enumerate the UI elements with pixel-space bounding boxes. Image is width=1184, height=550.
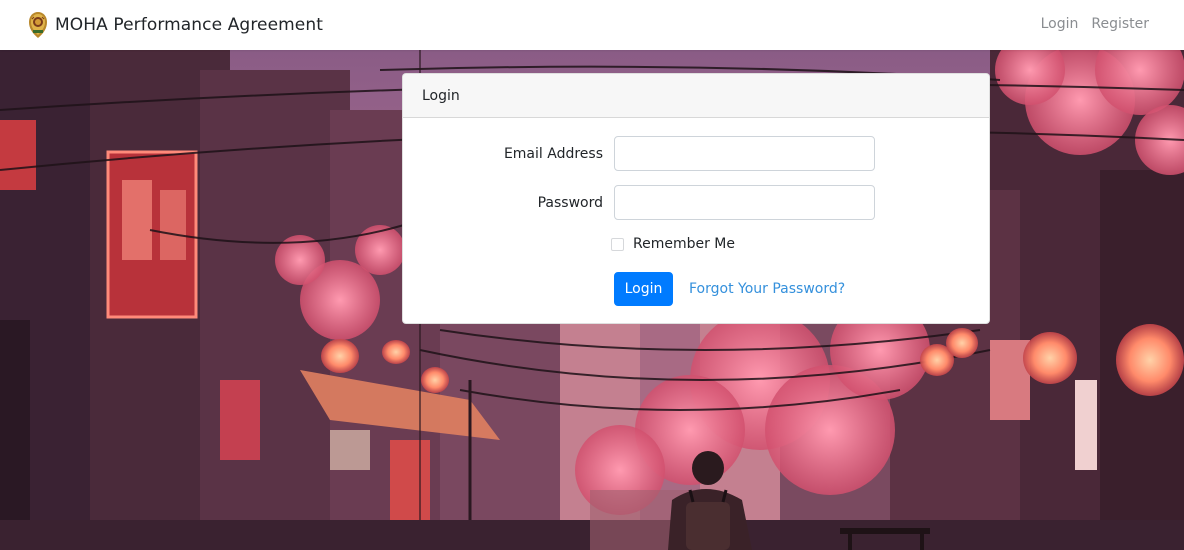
- top-navbar: MOHA Performance Agreement Login Registe…: [0, 0, 1184, 50]
- password-field[interactable]: [614, 185, 875, 220]
- login-button[interactable]: Login: [614, 272, 673, 306]
- emblem-icon: [29, 12, 47, 38]
- brand-link[interactable]: MOHA Performance Agreement: [28, 11, 323, 39]
- forgot-password-link[interactable]: Forgot Your Password?: [689, 281, 845, 297]
- password-label: Password: [537, 195, 603, 211]
- app-title: MOHA Performance Agreement: [55, 15, 324, 35]
- login-card: Login Email Address Password Remember Me…: [402, 73, 990, 324]
- nav-login-link[interactable]: Login: [1041, 16, 1079, 32]
- email-label: Email Address: [503, 146, 603, 162]
- nav-links: Login Register: [1041, 16, 1149, 32]
- remember-me-row[interactable]: Remember Me: [611, 236, 735, 252]
- nav-register-link[interactable]: Register: [1091, 16, 1149, 32]
- remember-me-label[interactable]: Remember Me: [633, 236, 735, 252]
- email-field[interactable]: [614, 136, 875, 171]
- card-header: Login: [403, 74, 989, 118]
- remember-me-checkbox[interactable]: [611, 237, 624, 251]
